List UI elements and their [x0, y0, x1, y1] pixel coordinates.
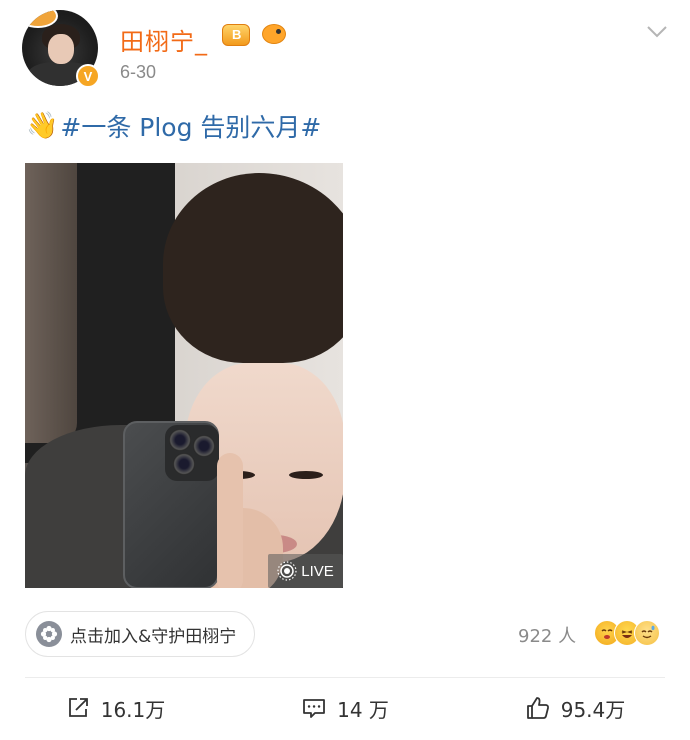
like-count: 95.4万	[560, 697, 626, 722]
post-photo[interactable]: LIVE	[25, 163, 343, 588]
live-photo-badge[interactable]: LIVE	[268, 554, 343, 588]
like-button[interactable]: 95.4万	[460, 680, 690, 736]
live-photo-icon	[277, 561, 297, 581]
comment-icon	[303, 699, 325, 718]
divider	[25, 677, 665, 678]
post-date: 6-30	[120, 62, 157, 82]
fish-badge-icon[interactable]	[258, 18, 290, 50]
supporter-count: 922 人	[518, 626, 577, 647]
author-badges	[220, 18, 290, 50]
flower-icon	[36, 621, 62, 647]
repost-button[interactable]: 16.1万	[0, 680, 230, 736]
comment-count: 14 万	[337, 697, 389, 722]
sweat-smile-icon	[634, 620, 660, 646]
chevron-down-icon[interactable]	[646, 20, 668, 42]
join-guard-label: 点击加入&守护田栩宁	[70, 626, 237, 647]
post-text: 👋 #一条 Plog 告别六月#	[26, 108, 321, 144]
action-bar: 16.1万 14 万 95.4万	[0, 680, 690, 736]
join-guard-button[interactable]: 点击加入&守护田栩宁	[25, 611, 256, 657]
verified-icon: V	[76, 64, 100, 88]
author-name[interactable]: 田栩宁_	[120, 22, 208, 57]
author-avatar[interactable]: V	[22, 10, 100, 88]
topic-link[interactable]: #一条 Plog 告别六月#	[60, 108, 321, 144]
fan-crown-badge-icon[interactable]	[220, 18, 252, 50]
comment-button[interactable]: 14 万	[230, 680, 460, 736]
repost-icon	[68, 698, 88, 717]
waving-hand-icon: 👋	[26, 111, 59, 141]
thumbs-up-icon	[526, 697, 549, 719]
repost-count: 16.1万	[100, 697, 166, 722]
live-label: LIVE	[301, 562, 334, 580]
supporter-emoji-stack[interactable]	[594, 620, 660, 646]
